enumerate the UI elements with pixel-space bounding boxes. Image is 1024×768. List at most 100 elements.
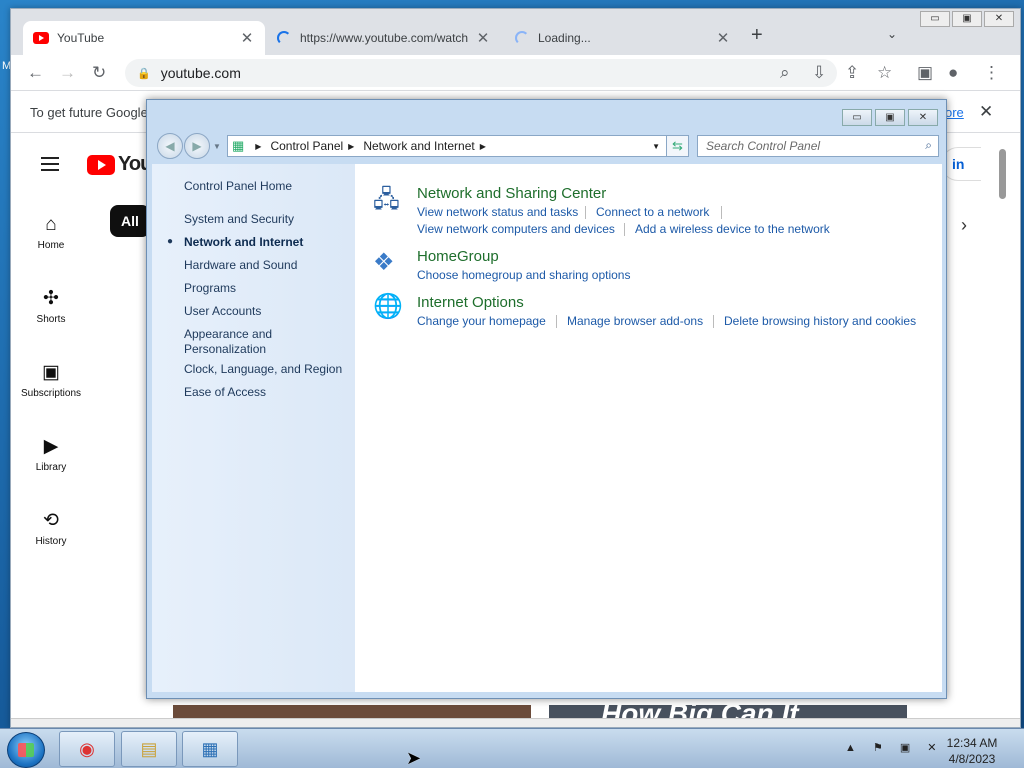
nav-control-panel-home[interactable]: Control Panel Home [184, 179, 292, 194]
lock-icon[interactable]: 🔒 [137, 67, 151, 80]
share-icon[interactable]: ⇪ [845, 63, 859, 83]
info-bar-more-link[interactable]: ore [945, 105, 964, 120]
link-delete-browsing-history[interactable]: Delete browsing history and cookies [724, 314, 916, 328]
address-dropdown-icon[interactable]: ▼ [652, 142, 660, 151]
nav-library[interactable]: ▶ Library [11, 437, 91, 474]
link-view-network-computers[interactable]: View network computers and devices [417, 222, 615, 236]
new-tab-button[interactable]: + [751, 24, 763, 47]
tab-close-icon[interactable]: ✕ [239, 29, 255, 47]
maximize-button[interactable]: ▣ [952, 11, 982, 27]
tab-close-icon[interactable]: ✕ [475, 29, 491, 47]
link-separator [713, 315, 714, 328]
bookmark-star-icon[interactable]: ☆ [877, 63, 892, 83]
close-button[interactable]: ✕ [908, 109, 938, 126]
nav-network-and-internet[interactable]: Network and Internet [184, 235, 303, 250]
search-input[interactable]: Search Control Panel ⌕ [697, 135, 939, 157]
breadcrumb-network-and-internet[interactable]: Network and Internet [363, 139, 474, 153]
nav-label: Subscriptions [20, 388, 82, 399]
taskbar-explorer[interactable]: ▤ [121, 731, 177, 767]
link-connect-to-network[interactable]: Connect to a network [596, 205, 709, 219]
nav-shorts[interactable]: ✣ Shorts [11, 289, 91, 326]
sign-in-button[interactable]: in [941, 147, 981, 181]
back-icon[interactable]: ← [27, 63, 44, 83]
install-icon[interactable]: ⇩ [812, 63, 826, 83]
youtube-play-icon [87, 154, 115, 175]
zoom-icon[interactable]: ⌕ [780, 63, 790, 83]
nav-appearance-and-personalization[interactable]: Appearance and Personalization [184, 327, 304, 357]
profile-icon[interactable]: ● [948, 63, 958, 83]
close-button[interactable]: ✕ [984, 11, 1014, 27]
nav-hardware-and-sound[interactable]: Hardware and Sound [184, 258, 297, 273]
back-button[interactable]: ◀ [157, 133, 183, 159]
nav-subscriptions[interactable]: ▣ Subscriptions [11, 363, 91, 400]
minimize-button[interactable]: ▭ [842, 109, 872, 126]
menu-icon[interactable]: ⋮ [983, 63, 1000, 83]
reload-icon[interactable]: ↻ [92, 63, 106, 83]
nav-history[interactable]: ⟲ History [11, 511, 91, 548]
info-bar-close-icon[interactable]: ✕ [979, 102, 993, 122]
youtube-favicon-icon [33, 32, 49, 44]
tab-loading[interactable]: Loading... ✕ [505, 21, 741, 55]
link-view-network-status[interactable]: View network status and tasks [417, 205, 578, 219]
hamburger-menu-icon[interactable] [41, 157, 59, 171]
taskbar-control-panel[interactable]: ▦ [182, 731, 238, 767]
nav-system-and-security[interactable]: System and Security [184, 212, 294, 227]
tab-title: https://www.youtube.com/watch [300, 31, 469, 45]
network-sharing-center-icon[interactable]: 🖧 [373, 182, 400, 223]
taskbar-chrome[interactable]: ◉ [59, 731, 115, 767]
refresh-button[interactable]: ⇆ [666, 135, 689, 157]
breadcrumb-arrow-icon[interactable]: ▶ [255, 142, 261, 151]
tab-close-icon[interactable]: ✕ [715, 29, 731, 47]
nav-user-accounts[interactable]: User Accounts [184, 304, 261, 319]
horizontal-scrollbar[interactable] [11, 718, 1020, 727]
nav-home[interactable]: ⌂ Home [11, 215, 91, 252]
internet-options-icon[interactable]: 🌐 [373, 292, 403, 321]
tab-search-chevron-icon[interactable]: ⌄ [887, 27, 897, 41]
chevron-right-icon[interactable]: › [961, 215, 967, 236]
loading-spinner-icon [515, 31, 529, 45]
link-separator [624, 223, 625, 236]
tab-youtube[interactable]: YouTube ✕ [23, 21, 265, 55]
link-manage-addons[interactable]: Manage browser add-ons [567, 314, 703, 328]
nav-label: Home [37, 240, 65, 251]
forward-button[interactable]: ▶ [184, 133, 210, 159]
category-internet-options[interactable]: Internet Options [417, 294, 524, 311]
minimize-button[interactable]: ▭ [920, 11, 950, 27]
breadcrumb-arrow-icon[interactable]: ▶ [348, 142, 354, 151]
chip-all[interactable]: All [110, 205, 150, 237]
recent-pages-chevron-icon[interactable]: ▼ [213, 142, 221, 151]
breadcrumb-arrow-icon[interactable]: ▶ [480, 142, 486, 151]
side-panel-icon[interactable]: ▣ [917, 63, 933, 83]
category-homegroup[interactable]: HomeGroup [417, 248, 499, 265]
control-panel-window: ▭ ▣ ✕ ◀ ▶ ▼ ▦ ▶ Control Panel ▶ Network … [146, 99, 947, 699]
tab-title: YouTube [57, 31, 105, 45]
category-network-and-sharing-center[interactable]: Network and Sharing Center [417, 185, 606, 202]
search-icon[interactable]: ⌕ [925, 138, 932, 153]
homegroup-icon[interactable]: ❖ [373, 248, 395, 277]
page-scrollbar-thumb[interactable] [999, 149, 1006, 199]
clock[interactable]: 12:34 AM 4/8/2023 [940, 735, 1004, 767]
start-button[interactable] [7, 732, 45, 768]
link-homegroup-options[interactable]: Choose homegroup and sharing options [417, 268, 630, 282]
maximize-button[interactable]: ▣ [875, 109, 905, 126]
nav-programs[interactable]: Programs [184, 281, 236, 296]
tab-youtube-watch[interactable]: https://www.youtube.com/watch ✕ [267, 21, 501, 55]
link-change-homepage[interactable]: Change your homepage [417, 314, 546, 328]
forward-icon[interactable]: → [59, 63, 76, 83]
link-separator [556, 315, 557, 328]
clock-date: 4/8/2023 [948, 752, 996, 766]
breadcrumb-control-panel[interactable]: Control Panel [270, 139, 343, 153]
address-bar[interactable]: 🔒 youtube.com [125, 59, 837, 87]
tab-title: Loading... [538, 31, 591, 45]
system-tray-icons[interactable]: ▲ ⚑ ▣ ✕ [845, 741, 944, 754]
current-page-bullet-icon: ● [167, 236, 174, 247]
search-placeholder: Search Control Panel [706, 139, 821, 153]
link-add-wireless-device[interactable]: Add a wireless device to the network [635, 222, 830, 236]
clock-time: 12:34 AM [946, 736, 998, 750]
browser-window-controls: ▭ ▣ ✕ [918, 11, 1014, 27]
nav-clock-language-region[interactable]: Clock, Language, and Region [184, 362, 342, 377]
address-bar[interactable]: ▦ ▶ Control Panel ▶ Network and Internet… [227, 135, 689, 157]
nav-ease-of-access[interactable]: Ease of Access [184, 385, 266, 400]
control-panel-icon: ▦ [232, 138, 245, 153]
left-navigation-pane: Control Panel Home System and Security ●… [152, 164, 357, 692]
